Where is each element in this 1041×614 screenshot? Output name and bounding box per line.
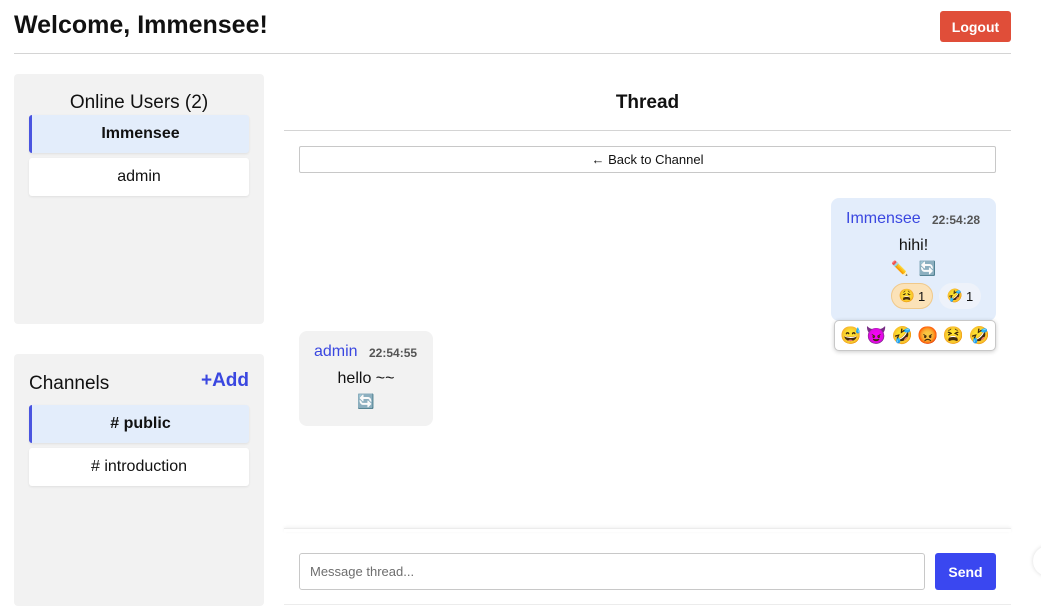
reply-thread-icon[interactable]: 🔄 — [918, 260, 935, 276]
angry-face-icon[interactable]: 😡 — [917, 326, 938, 346]
edit-icon[interactable]: ✏️ — [891, 260, 908, 276]
message-time: 22:54:55 — [369, 346, 418, 360]
channel-item-public[interactable]: # public — [29, 405, 249, 443]
header: Welcome, Immensee! Logout — [14, 0, 1011, 54]
weary-face-icon: 😩 — [898, 288, 915, 303]
reaction-count: 1 — [965, 288, 974, 304]
rolling-laughing-icon: 🤣 — [946, 288, 963, 303]
smiling-devil-icon[interactable]: 😈 — [866, 326, 887, 346]
online-users-panel: Online Users (2) Immensee admin — [14, 74, 264, 324]
reaction-count: 1 — [917, 288, 926, 304]
sweat-smile-icon[interactable]: 😅 — [840, 326, 861, 346]
add-channel-button[interactable]: +Add — [201, 370, 249, 392]
channel-item-introduction[interactable]: # introduction — [29, 448, 249, 486]
chat-divider — [284, 528, 1011, 532]
user-item-admin[interactable]: admin — [29, 158, 249, 196]
send-button[interactable]: Send — [935, 553, 996, 590]
thread-divider — [284, 130, 1011, 131]
message-bubble-own: Immensee 22:54:28 hihi! ✏️ 🔄 😩 1 🤣 1 — [831, 198, 996, 321]
channels-title: Channels — [29, 373, 110, 394]
message-actions: ✏️ 🔄 — [831, 260, 996, 277]
online-users-title: Online Users (2) — [69, 92, 209, 113]
welcome-title: Welcome, Immensee! — [14, 11, 268, 39]
reply-thread-icon[interactable]: 🔄 — [357, 393, 374, 409]
bottom-divider — [284, 604, 1011, 605]
emoji-picker: 😅 😈 🤣 😡 😫 🤣 — [834, 320, 996, 351]
user-item-immensee[interactable]: Immensee — [29, 115, 249, 153]
message-author[interactable]: Immensee — [846, 210, 921, 228]
rolling-laughing-icon[interactable]: 🤣 — [969, 326, 990, 346]
reaction-chip-weary[interactable]: 😩 1 — [891, 283, 933, 309]
floating-circle-button[interactable] — [1033, 546, 1041, 576]
message-time: 22:54:28 — [932, 213, 981, 227]
message-bubble-other: admin 22:54:55 hello ~~ 🔄 — [299, 331, 433, 426]
channels-panel: Channels +Add # public # introduction — [14, 354, 264, 606]
message-thread-input[interactable] — [299, 553, 925, 590]
reaction-chip-rofl[interactable]: 🤣 1 — [939, 283, 981, 309]
message-text: hihi! — [898, 237, 929, 254]
tired-face-icon[interactable]: 😫 — [943, 326, 964, 346]
rolling-laughing-icon[interactable]: 🤣 — [892, 326, 913, 346]
back-to-channel-button[interactable]: ← Back to Channel — [299, 146, 996, 173]
message-author[interactable]: admin — [314, 343, 358, 361]
message-text: hello ~~ — [337, 370, 395, 387]
logout-button[interactable]: Logout — [940, 11, 1011, 42]
thread-title: Thread — [615, 92, 680, 113]
message-actions: 🔄 — [299, 393, 433, 410]
